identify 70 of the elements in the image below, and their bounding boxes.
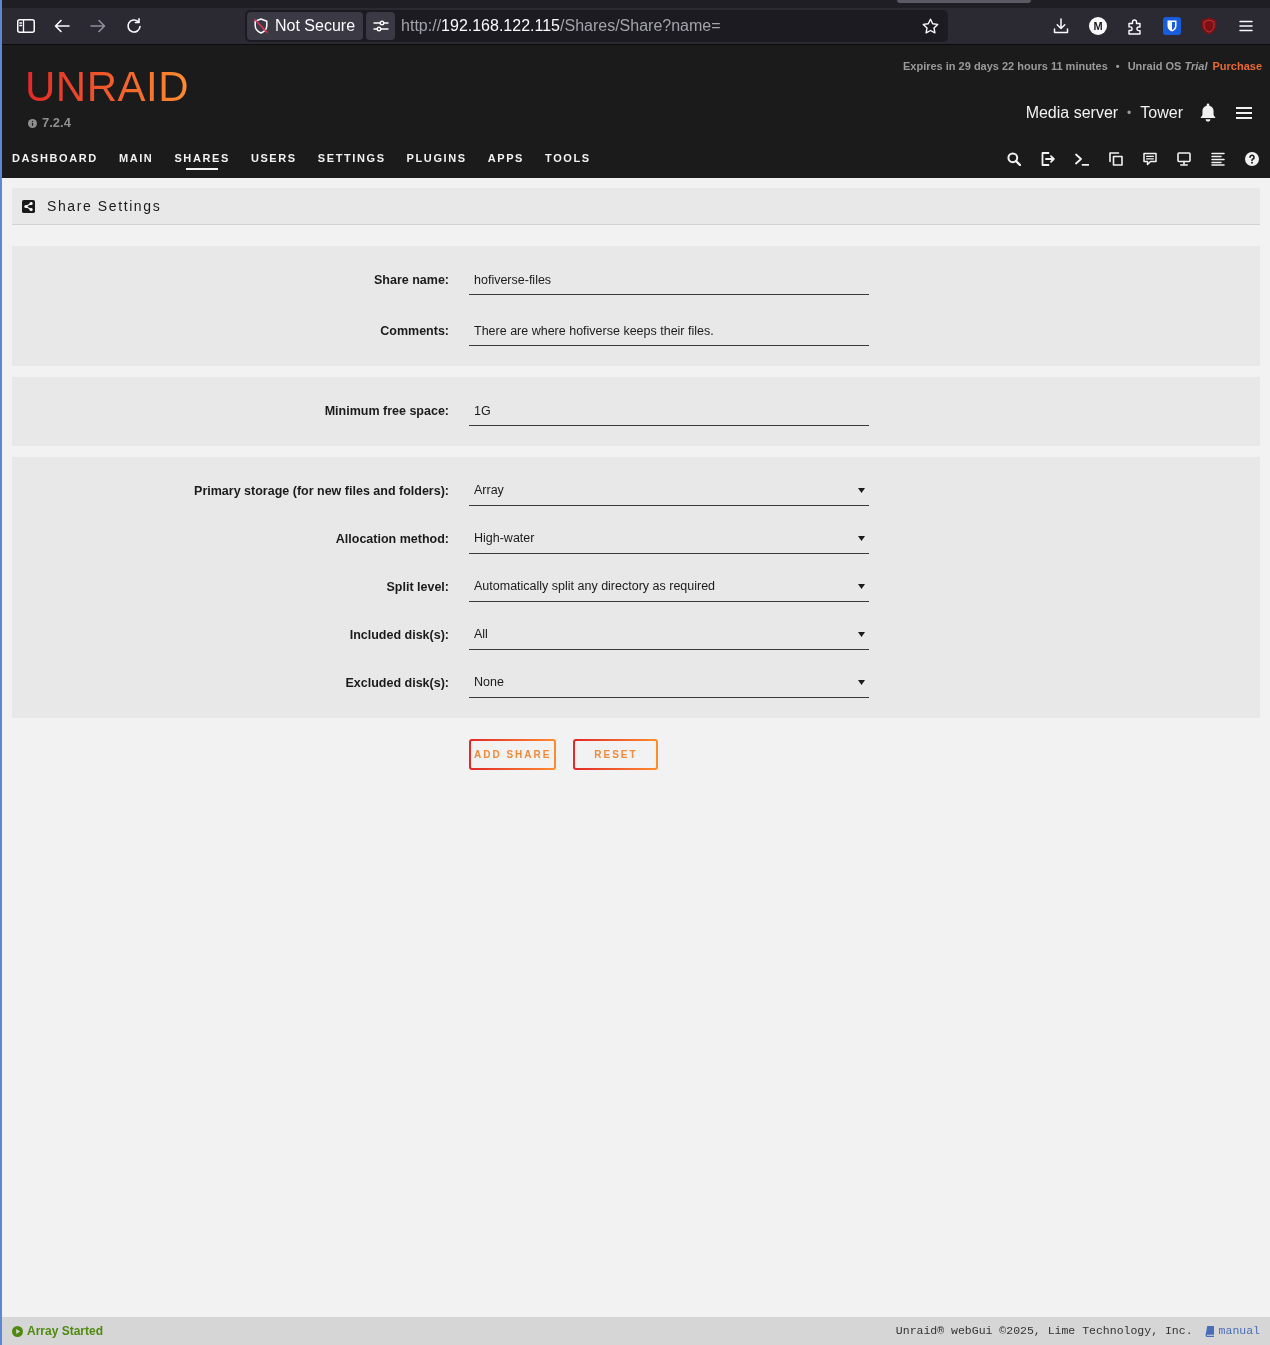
permissions-button[interactable] — [366, 12, 396, 40]
monitor-icon[interactable] — [1177, 152, 1191, 166]
field-label: Allocation method: — [334, 530, 449, 548]
security-button[interactable]: Not Secure — [247, 12, 364, 40]
address-bar[interactable]: Not Secure http://192.168.122.115/Shares/Share?name= — [245, 10, 948, 42]
text-lines-icon[interactable] — [1211, 152, 1225, 166]
caret-icon — [858, 680, 865, 685]
copyright-text: Unraid® webGui ©2025, Lime Technology, Inc. — [895, 1323, 1193, 1340]
purchase-link[interactable]: Purchase — [1212, 59, 1262, 73]
field-label: Share name: — [372, 271, 449, 289]
license-expiry: Expires in 29 days 22 hours 11 minutes — [902, 59, 1108, 73]
sidebar-icon[interactable] — [17, 19, 35, 33]
license-product: Unraid OS — [1127, 59, 1182, 73]
url-text[interactable]: http://192.168.122.115/Shares/Share?name= — [401, 14, 721, 38]
sliders-icon — [372, 20, 389, 32]
search-icon[interactable] — [1007, 152, 1021, 166]
license-edition: Trial — [1184, 59, 1208, 73]
server-name: Tower — [1140, 103, 1183, 123]
exit-arrow-icon[interactable] — [1041, 152, 1055, 166]
separator-dot: • — [1127, 105, 1132, 122]
panel-title: Share Settings — [47, 196, 162, 216]
star-icon[interactable] — [922, 17, 939, 35]
nav-tab[interactable]: SETTINGS — [317, 148, 386, 170]
nav-tab[interactable]: PLUGINS — [406, 148, 467, 170]
field-label: Comments: — [379, 322, 449, 340]
caret-icon — [858, 632, 865, 637]
menu-icon[interactable] — [1236, 107, 1252, 119]
nav-tab[interactable]: USERS — [250, 148, 297, 170]
puzzle-icon[interactable] — [1127, 17, 1143, 35]
extension-button[interactable]: M — [1089, 17, 1107, 35]
terminal-icon[interactable] — [1075, 152, 1089, 166]
download-icon[interactable] — [1053, 18, 1069, 34]
array-status: Array Started — [27, 1323, 104, 1340]
manual-link[interactable]: manual — [1218, 1322, 1260, 1340]
separator-dot: • — [1115, 59, 1120, 73]
caret-icon — [858, 536, 865, 541]
field-label: Included disk(s): — [348, 626, 449, 644]
text-field[interactable]: There are where hofiverse keeps their files. — [469, 316, 869, 346]
play-circle-icon — [12, 1325, 23, 1337]
nav-tab[interactable]: MAIN — [118, 148, 154, 170]
nav-tab[interactable]: TOOLS — [545, 148, 591, 170]
dropdown-field[interactable]: None — [469, 668, 869, 698]
version-text: 7.2.4 — [42, 116, 71, 130]
bell-icon[interactable] — [1199, 103, 1217, 123]
field-label: Excluded disk(s): — [344, 674, 449, 692]
nav-tab[interactable]: DASHBOARD — [12, 148, 98, 170]
dropdown-field[interactable]: Automatically split any directory as required — [469, 572, 869, 602]
nav-tab[interactable]: APPS — [487, 148, 525, 170]
menu-icon[interactable] — [1239, 20, 1253, 32]
info-icon — [28, 118, 37, 128]
dropdown-field[interactable]: High-water — [469, 524, 869, 554]
reload-icon[interactable] — [126, 18, 142, 34]
shield-slash-icon — [253, 18, 269, 34]
help-icon[interactable] — [1245, 152, 1259, 166]
caret-icon — [858, 584, 865, 589]
dropdown-field[interactable]: All — [469, 620, 869, 650]
server-description: Media server — [1025, 103, 1119, 123]
text-field[interactable]: 1G — [469, 396, 869, 426]
caret-icon — [858, 488, 865, 493]
field-label: Minimum free space: — [323, 402, 449, 420]
dropdown-field[interactable]: Array — [469, 476, 869, 506]
field-label: Split level: — [385, 578, 449, 596]
text-field[interactable]: hofiverse-files — [469, 265, 869, 295]
share-icon — [22, 199, 35, 213]
copy-icon[interactable] — [1109, 152, 1123, 166]
shield-badge-icon[interactable] — [1163, 17, 1181, 35]
back-arrow-icon[interactable] — [54, 19, 70, 33]
book-icon — [1204, 1325, 1214, 1337]
field-label: Primary storage (for new files and folders): — [193, 482, 449, 500]
comment-icon[interactable] — [1143, 152, 1157, 166]
